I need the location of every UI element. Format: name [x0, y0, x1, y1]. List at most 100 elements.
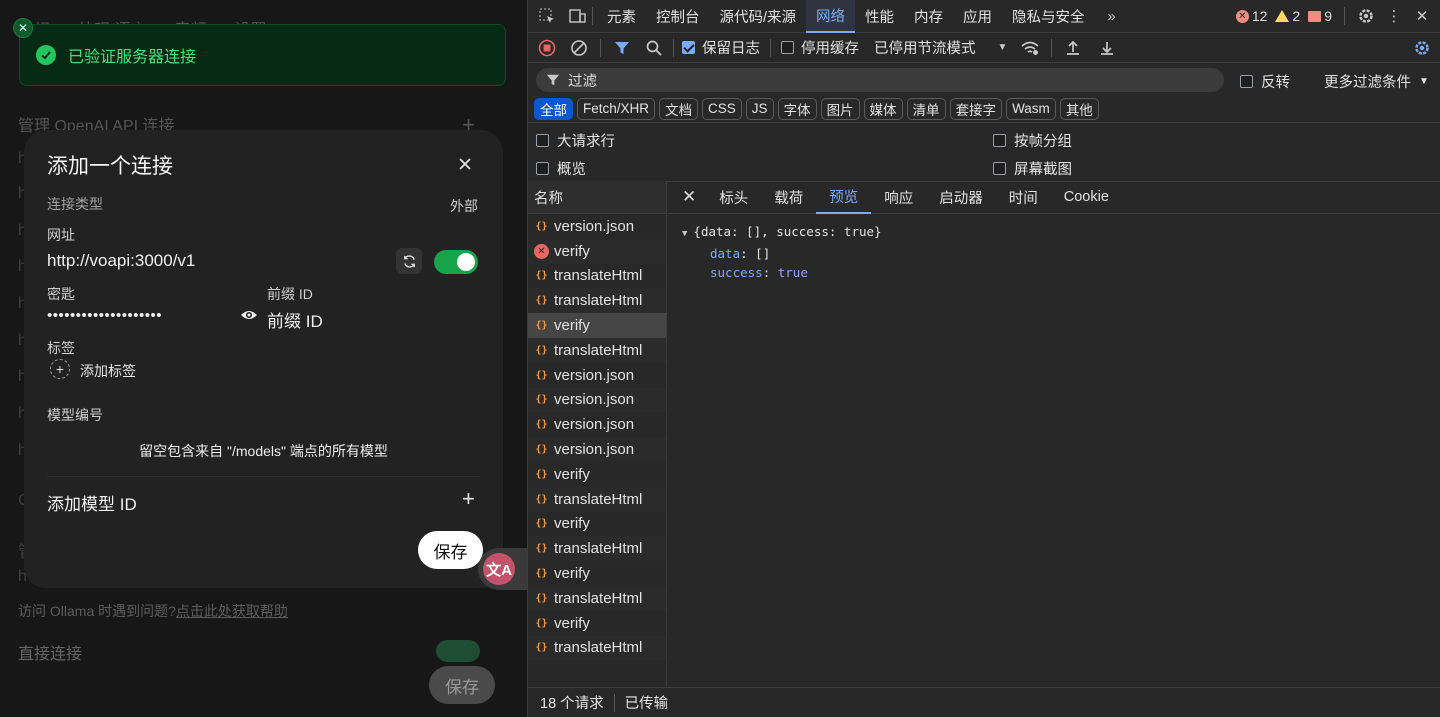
screenshots-checkbox[interactable]: [993, 162, 1006, 175]
filter-chip[interactable]: 清单: [906, 97, 946, 120]
filter-chip[interactable]: JS: [745, 97, 774, 120]
detail-tab-payload[interactable]: 载荷: [761, 181, 816, 214]
overview-checkbox[interactable]: [536, 162, 549, 175]
close-icon[interactable]: [457, 156, 473, 172]
filter-chip[interactable]: 文档: [659, 97, 699, 120]
url-input[interactable]: http://voapi:3000/v1: [47, 251, 195, 271]
detail-tab-cookies[interactable]: Cookie: [1051, 181, 1122, 214]
name-column-header[interactable]: 名称: [528, 181, 666, 214]
request-row[interactable]: {} translateHtml: [528, 264, 666, 289]
prefix-input[interactable]: 前缀 ID: [267, 307, 323, 332]
download-icon[interactable]: [1096, 37, 1118, 59]
key-input[interactable]: ••••••••••••••••••••: [47, 307, 162, 324]
eye-icon[interactable]: [240, 308, 258, 322]
filter-chip[interactable]: 其他: [1059, 97, 1099, 120]
bg-save-button[interactable]: 保存: [429, 666, 495, 704]
request-row[interactable]: {} version.json: [528, 363, 666, 388]
json-root[interactable]: ▼ {data: [], success: true}: [682, 222, 1440, 244]
filter-input[interactable]: 过滤: [536, 68, 1224, 92]
tab-console[interactable]: 控制台: [646, 0, 710, 33]
help-link[interactable]: 点击此处获取帮助: [176, 603, 288, 619]
group-frame-checkbox[interactable]: [993, 134, 1006, 147]
add-tag-plus-icon[interactable]: +: [50, 359, 70, 379]
more-filters-dropdown[interactable]: 更多过滤条件 ▼: [1324, 71, 1429, 92]
tab-performance[interactable]: 性能: [855, 0, 904, 33]
gear-icon[interactable]: [1355, 5, 1377, 27]
group-by-frame-option[interactable]: 按帧分组: [993, 130, 1072, 151]
filter-funnel-icon[interactable]: [611, 37, 633, 59]
save-button[interactable]: 保存: [418, 531, 483, 569]
big-rows-checkbox[interactable]: [536, 134, 549, 147]
request-row[interactable]: {} translateHtml: [528, 635, 666, 661]
close-devtools-icon[interactable]: ✕: [1411, 5, 1433, 27]
request-row[interactable]: {} verify: [528, 512, 666, 537]
tab-sources[interactable]: 源代码/来源: [710, 0, 807, 33]
issues-count[interactable]: 9: [1308, 8, 1332, 24]
request-row[interactable]: {} translateHtml: [528, 486, 666, 512]
filter-chip[interactable]: CSS: [702, 97, 742, 120]
tab-network[interactable]: 网络: [806, 0, 856, 33]
request-row[interactable]: {} version.json: [528, 387, 666, 413]
disable-cache-checkbox[interactable]: [781, 41, 794, 54]
request-row[interactable]: {} version.json: [528, 412, 666, 437]
network-settings-icon[interactable]: [1411, 37, 1433, 59]
tab-application[interactable]: 应用: [953, 0, 1002, 33]
detail-tab-response[interactable]: 响应: [871, 181, 926, 214]
tab-privacy-security[interactable]: 隐私与安全: [1002, 0, 1095, 33]
more-tabs-icon[interactable]: »: [1101, 5, 1123, 27]
add-model-plus-icon[interactable]: +: [462, 486, 475, 512]
request-row[interactable]: ✕ verify: [528, 238, 666, 264]
tab-elements[interactable]: 元素: [597, 0, 646, 33]
screenshots-option[interactable]: 屏幕截图: [993, 158, 1072, 179]
invert-checkbox[interactable]: [1240, 75, 1253, 88]
request-row[interactable]: {} verify: [528, 561, 666, 586]
clear-icon[interactable]: [568, 37, 590, 59]
error-count[interactable]: ✕ 12: [1235, 8, 1267, 24]
search-icon[interactable]: [643, 37, 665, 59]
verify-refresh-button[interactable]: [396, 248, 422, 274]
filter-chip[interactable]: 字体: [777, 97, 817, 120]
request-row[interactable]: {} translateHtml: [528, 585, 666, 611]
invert-option[interactable]: 反转: [1240, 71, 1290, 92]
disable-cache-label[interactable]: 停用缓存: [801, 37, 859, 58]
inspect-element-icon[interactable]: [536, 5, 558, 27]
big-request-rows-option[interactable]: 大请求行: [536, 130, 615, 151]
toast-close-icon[interactable]: ✕: [13, 18, 33, 38]
chevron-down-icon[interactable]: ▼: [998, 42, 1008, 53]
filter-chip[interactable]: Fetch/XHR: [577, 97, 656, 120]
network-conditions-icon[interactable]: [1019, 37, 1041, 59]
add-tag-label[interactable]: 添加标签: [80, 361, 136, 381]
record-stop-icon[interactable]: [536, 37, 558, 59]
throttle-select[interactable]: 已停用节流模式: [874, 37, 976, 58]
request-row[interactable]: {} verify: [528, 462, 666, 487]
detail-tab-timing[interactable]: 时间: [996, 181, 1051, 214]
tab-memory[interactable]: 内存: [904, 0, 953, 33]
device-toolbar-icon[interactable]: [566, 5, 588, 27]
direct-connection-toggle[interactable]: [436, 640, 480, 662]
request-row[interactable]: {} translateHtml: [528, 288, 666, 314]
overview-option[interactable]: 概览: [536, 158, 586, 179]
request-row[interactable]: {} verify: [528, 313, 666, 338]
request-row[interactable]: {} version.json: [528, 214, 666, 239]
filter-chip[interactable]: 全部: [534, 97, 573, 120]
more-vert-icon[interactable]: ⋮: [1383, 5, 1405, 27]
warning-count[interactable]: 2: [1275, 8, 1300, 24]
connection-enabled-toggle[interactable]: [434, 250, 478, 274]
detail-tab-headers[interactable]: 标头: [706, 181, 761, 214]
preserve-log-checkbox[interactable]: [682, 41, 695, 54]
add-model-input[interactable]: 添加模型 ID: [47, 490, 137, 515]
preserve-log-label[interactable]: 保留日志: [702, 37, 760, 58]
request-row[interactable]: {} translateHtml: [528, 337, 666, 363]
expand-triangle-icon[interactable]: ▼: [682, 229, 687, 239]
translate-widget[interactable]: 文A: [478, 548, 527, 590]
upload-icon[interactable]: [1062, 37, 1084, 59]
close-detail-icon[interactable]: ✕: [682, 187, 696, 207]
detail-tab-preview[interactable]: 预览: [816, 181, 872, 214]
connection-type-value[interactable]: 外部: [450, 196, 478, 216]
detail-tab-initiator[interactable]: 启动器: [926, 181, 996, 214]
request-row[interactable]: {} version.json: [528, 437, 666, 462]
filter-chip[interactable]: Wasm: [1006, 97, 1056, 120]
filter-chip[interactable]: 媒体: [863, 97, 903, 120]
request-row[interactable]: {} verify: [528, 611, 666, 636]
filter-chip[interactable]: 套接字: [949, 97, 1003, 120]
